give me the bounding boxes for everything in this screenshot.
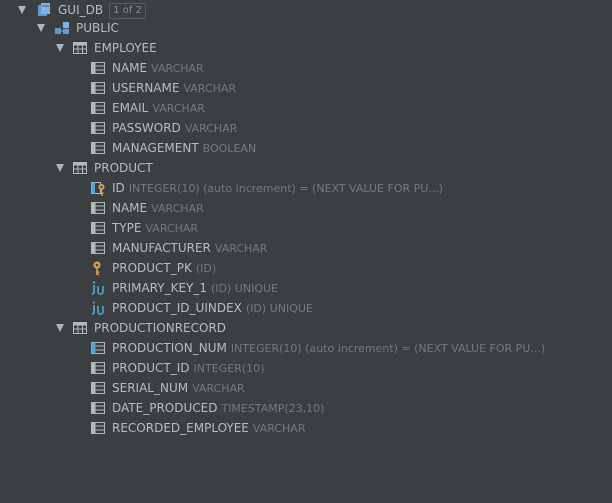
column-name: NAME xyxy=(112,61,148,75)
tree-node-column[interactable]: MANUFACTURER VARCHAR xyxy=(0,238,612,258)
column-name: RECORDED_EMPLOYEE xyxy=(112,421,249,435)
key-name: PRODUCT_PK xyxy=(112,261,192,275)
column-icon xyxy=(90,400,106,416)
tree-node-key[interactable]: PRODUCT_PK (ID) xyxy=(0,258,612,278)
expand-arrow-icon[interactable] xyxy=(56,164,64,172)
tree-node-column[interactable]: TYPE VARCHAR xyxy=(0,218,612,238)
column-icon xyxy=(90,60,106,76)
column-type: VARCHAR xyxy=(183,82,237,95)
tree-node-table-productionrecord[interactable]: PRODUCTIONRECORD xyxy=(0,318,612,338)
db-count-badge: 1 of 2 xyxy=(109,2,146,19)
expand-arrow-icon[interactable] xyxy=(56,324,64,332)
unique-index-icon xyxy=(90,280,106,296)
column-name: MANAGEMENT xyxy=(112,141,199,155)
tree-node-column[interactable]: PRODUCT_ID INTEGER(10) xyxy=(0,358,612,378)
tree-node-table-product[interactable]: PRODUCT xyxy=(0,158,612,178)
db-name: GUI_DB xyxy=(58,3,104,17)
column-type: INTEGER(10) (auto increment) = (NEXT VAL… xyxy=(230,342,546,355)
column-icon xyxy=(90,220,106,236)
tree-node-column[interactable]: EMAIL VARCHAR xyxy=(0,98,612,118)
expand-arrow-icon[interactable] xyxy=(56,44,64,52)
tree-node-column[interactable]: NAME VARCHAR xyxy=(0,198,612,218)
column-icon xyxy=(90,120,106,136)
auto-increment-column-icon xyxy=(90,340,106,356)
column-type: INTEGER(10) xyxy=(193,362,265,375)
index-name: PRODUCT_ID_UINDEX xyxy=(112,301,242,315)
table-icon xyxy=(72,160,88,176)
column-type: VARCHAR xyxy=(145,222,199,235)
tree-node-index[interactable]: PRIMARY_KEY_1 (ID) UNIQUE xyxy=(0,278,612,298)
column-name: EMAIL xyxy=(112,101,149,115)
column-name: SERIAL_NUM xyxy=(112,381,189,395)
table-icon xyxy=(72,320,88,336)
tree-node-column[interactable]: MANAGEMENT BOOLEAN xyxy=(0,138,612,158)
schema-name: PUBLIC xyxy=(76,21,119,35)
column-name: DATE_PRODUCED xyxy=(112,401,218,415)
tree-node-column[interactable]: DATE_PRODUCED TIMESTAMP(23,10) xyxy=(0,398,612,418)
column-icon xyxy=(90,100,106,116)
column-name: PRODUCT_ID xyxy=(112,361,190,375)
column-type: INTEGER(10) (auto increment) = (NEXT VAL… xyxy=(128,182,444,195)
column-type: VARCHAR xyxy=(252,422,306,435)
column-name: NAME xyxy=(112,201,148,215)
expand-arrow-icon[interactable] xyxy=(37,24,45,32)
index-detail: (ID) UNIQUE xyxy=(245,302,313,315)
index-detail: (ID) UNIQUE xyxy=(211,282,278,295)
column-name: PASSWORD xyxy=(112,121,181,135)
tree-node-column[interactable]: PASSWORD VARCHAR xyxy=(0,118,612,138)
column-name: USERNAME xyxy=(112,81,180,95)
expand-arrow-icon[interactable] xyxy=(18,6,26,14)
table-name: PRODUCT xyxy=(94,161,153,175)
column-icon xyxy=(90,200,106,216)
tree-node-column[interactable]: PRODUCTION_NUM INTEGER(10) (auto incremen… xyxy=(0,338,612,358)
column-icon xyxy=(90,80,106,96)
column-icon xyxy=(90,360,106,376)
key-icon xyxy=(90,260,106,276)
column-icon xyxy=(90,380,106,396)
database-tree: GUI_DB 1 of 2 PUBLIC EMPLOYEE NAME VARCHAR xyxy=(0,0,612,503)
column-type: VARCHAR xyxy=(192,382,245,395)
table-icon xyxy=(72,40,88,56)
table-name: EMPLOYEE xyxy=(94,41,157,55)
database-icon xyxy=(36,2,52,18)
column-type: VARCHAR xyxy=(184,122,238,135)
column-type: TIMESTAMP(23,10) xyxy=(221,402,325,415)
tree-node-column[interactable]: SERIAL_NUM VARCHAR xyxy=(0,378,612,398)
column-type: BOOLEAN xyxy=(202,142,257,155)
column-icon xyxy=(90,240,106,256)
key-detail: (ID) xyxy=(195,262,217,275)
column-type: VARCHAR xyxy=(152,102,205,115)
primary-key-column-icon xyxy=(90,180,106,196)
tree-node-index[interactable]: PRODUCT_ID_UINDEX (ID) UNIQUE xyxy=(0,298,612,318)
column-name: PRODUCTION_NUM xyxy=(112,341,227,355)
column-icon xyxy=(90,420,106,436)
column-name: TYPE xyxy=(112,221,142,235)
tree-node-column[interactable]: ID INTEGER(10) (auto increment) = (NEXT V… xyxy=(0,178,612,198)
tree-node-public-schema[interactable]: PUBLIC xyxy=(0,18,612,38)
column-type: VARCHAR xyxy=(151,202,204,215)
schema-icon xyxy=(54,20,70,36)
index-name: PRIMARY_KEY_1 xyxy=(112,281,207,295)
unique-index-icon xyxy=(90,300,106,316)
column-type: VARCHAR xyxy=(151,62,204,75)
tree-node-column[interactable]: RECORDED_EMPLOYEE VARCHAR xyxy=(0,418,612,438)
table-name: PRODUCTIONRECORD xyxy=(94,321,227,335)
column-icon xyxy=(90,140,106,156)
tree-node-table-employee[interactable]: EMPLOYEE xyxy=(0,38,612,58)
tree-node-column[interactable]: NAME VARCHAR xyxy=(0,58,612,78)
column-name: ID xyxy=(112,181,125,195)
column-type: VARCHAR xyxy=(214,242,268,255)
tree-node-column[interactable]: USERNAME VARCHAR xyxy=(0,78,612,98)
column-name: MANUFACTURER xyxy=(112,241,211,255)
tree-node-gui-db[interactable]: GUI_DB 1 of 2 xyxy=(0,0,612,20)
